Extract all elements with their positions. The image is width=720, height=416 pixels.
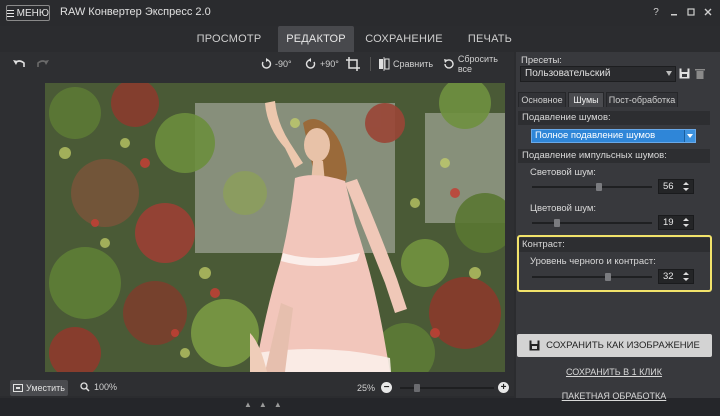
luma-noise-value: 56	[663, 181, 674, 192]
contrast-highlight-frame	[517, 235, 712, 292]
save-one-click-link[interactable]: СОХРАНИТЬ В 1 КЛИК	[518, 367, 710, 377]
crop-icon	[346, 57, 360, 71]
save-preset-button[interactable]	[679, 68, 690, 82]
arrow-up-icon[interactable]	[683, 182, 689, 185]
chevron-down-icon	[684, 130, 695, 142]
chroma-noise-spinbox[interactable]: 19	[658, 215, 694, 230]
menu-label: МЕНЮ	[16, 7, 49, 19]
save-as-image-button[interactable]: СОХРАНИТЬ КАК ИЗОБРАЖЕНИЕ	[517, 334, 712, 357]
noise-mode-select[interactable]: Полное подавление шумов	[531, 129, 696, 143]
floppy-icon	[679, 68, 690, 79]
zoom-slider-thumb[interactable]	[414, 384, 420, 392]
luma-noise-slider[interactable]	[532, 183, 652, 191]
toolbar-divider	[370, 57, 371, 71]
maximize-glyph	[687, 8, 695, 16]
undo-icon	[13, 60, 25, 67]
luma-noise-label: Световой шум:	[530, 167, 596, 178]
arrow-down-icon[interactable]	[683, 224, 689, 227]
compare-label: Сравнить	[393, 59, 434, 69]
close-icon[interactable]	[700, 5, 716, 19]
zoom-100-button[interactable]: 100%	[80, 382, 117, 392]
chroma-noise-thumb[interactable]	[554, 219, 560, 227]
tab-noise[interactable]: Шумы	[568, 92, 604, 107]
hamburger-icon	[7, 9, 14, 17]
zoom-in-button[interactable]: +	[498, 382, 509, 393]
editor-statusbar: Уместить 100% 25% − +	[0, 378, 514, 398]
chroma-noise-slider[interactable]	[532, 219, 652, 227]
photo-image	[45, 83, 505, 372]
fit-button[interactable]: Уместить	[10, 380, 68, 396]
rotate-right-label: +90°	[320, 59, 339, 69]
zoom-percent: 25%	[357, 383, 376, 393]
reset-icon	[444, 59, 454, 69]
zoom-search-icon	[80, 382, 90, 392]
undo-button[interactable]	[12, 56, 26, 72]
floppy-icon	[529, 340, 540, 351]
chevron-down-icon	[666, 71, 672, 76]
menu-button[interactable]: МЕНЮ	[6, 5, 50, 21]
rotate-right-icon	[305, 58, 316, 69]
reset-all-button[interactable]: Сбросить все	[443, 54, 514, 74]
chroma-noise-value: 19	[663, 217, 674, 228]
title-bar: МЕНЮ RAW Конвертер Экспресс 2.0 ?	[0, 0, 720, 26]
compare-icon	[379, 57, 390, 71]
photo-preview[interactable]	[45, 83, 505, 372]
fit-label: Уместить	[26, 383, 65, 393]
tab-post-processing[interactable]: Пост-обработка	[606, 92, 678, 107]
trash-icon	[695, 69, 705, 79]
preset-value: Пользовательский	[525, 68, 611, 79]
arrow-up-icon[interactable]	[683, 218, 689, 221]
delete-preset-button[interactable]	[695, 68, 705, 82]
crop-button[interactable]	[346, 56, 360, 72]
editor-toolbar: -90° +90° Сравнить Сбросить все	[0, 52, 514, 76]
rotate-left-button[interactable]: -90°	[260, 56, 292, 72]
noise-section-header: Подавление шумов:	[518, 111, 710, 125]
chroma-noise-label: Цветовой шум:	[530, 203, 597, 214]
tab-editor[interactable]: РЕДАКТОР	[278, 26, 354, 52]
impulse-section-header: Подавление импульсных шумов:	[518, 149, 710, 163]
rotate-right-button[interactable]: +90°	[305, 56, 339, 72]
zoom-slider[interactable]	[400, 384, 494, 392]
tab-basic[interactable]: Основное	[518, 92, 566, 107]
maximize-icon[interactable]	[683, 5, 699, 19]
batch-processing-link[interactable]: ПАКЕТНАЯ ОБРАБОТКА	[518, 391, 710, 401]
expand-filmstrip-icon[interactable]: ▲▲▲	[244, 400, 289, 409]
presets-label: Пресеты:	[521, 55, 562, 66]
save-as-image-label: СОХРАНИТЬ КАК ИЗОБРАЖЕНИЕ	[546, 340, 700, 351]
help-icon[interactable]: ?	[648, 5, 664, 19]
app-title: RAW Конвертер Экспресс 2.0	[60, 6, 211, 18]
redo-icon	[37, 60, 49, 67]
zoom-out-button[interactable]: −	[381, 382, 392, 393]
tab-view[interactable]: ПРОСМОТР	[192, 26, 266, 52]
noise-mode-value: Полное подавление шумов	[535, 130, 656, 141]
luma-noise-thumb[interactable]	[596, 183, 602, 191]
minimize-icon[interactable]	[666, 5, 682, 19]
rotate-left-icon	[261, 58, 272, 69]
minimize-glyph	[671, 14, 677, 16]
close-glyph	[704, 8, 712, 16]
fit-icon	[13, 384, 24, 392]
arrow-down-icon[interactable]	[683, 188, 689, 191]
redo-button[interactable]	[36, 56, 50, 72]
main-nav: ПРОСМОТР РЕДАКТОР СОХРАНЕНИЕ ПЕЧАТЬ	[0, 26, 720, 52]
luma-noise-spinbox[interactable]: 56	[658, 179, 694, 194]
compare-button[interactable]: Сравнить	[378, 56, 433, 72]
tab-print[interactable]: ПЕЧАТЬ	[456, 26, 524, 52]
reset-all-label: Сбросить все	[457, 54, 498, 74]
rotate-left-label: -90°	[275, 59, 292, 69]
preset-select[interactable]: Пользовательский	[520, 66, 676, 82]
zoom-100-label: 100%	[94, 382, 118, 392]
tab-save[interactable]: СОХРАНЕНИЕ	[365, 26, 442, 52]
